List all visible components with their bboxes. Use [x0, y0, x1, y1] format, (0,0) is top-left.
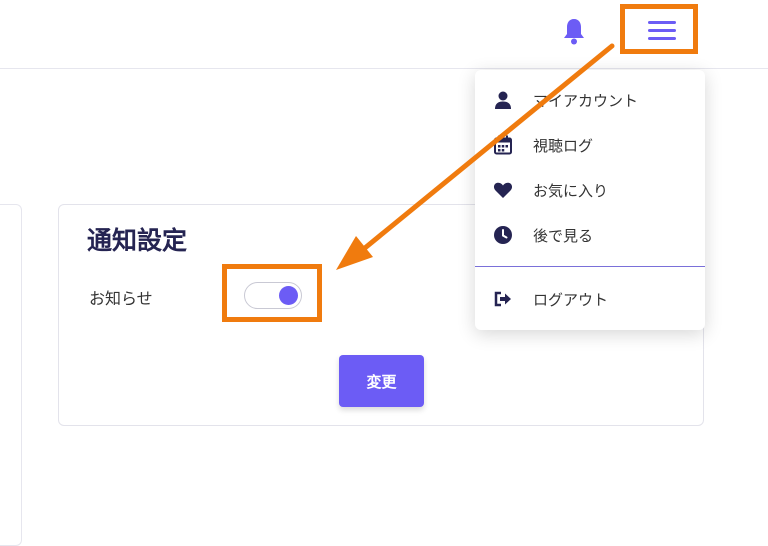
toggle-highlight-box [222, 264, 322, 322]
menu-item-watch-log[interactable]: 視聴ログ [475, 125, 705, 165]
menu-item-label: 後で見る [533, 227, 594, 245]
bell-icon[interactable] [562, 17, 586, 45]
calendar-icon [494, 135, 512, 155]
user-icon [495, 91, 511, 109]
menu-item-label: お気に入り [533, 182, 609, 200]
menu-highlight-box [620, 4, 698, 54]
menu-item-my-account[interactable]: マイアカウント [475, 80, 705, 120]
menu-item-label: 視聴ログ [533, 137, 594, 155]
logout-icon [494, 291, 511, 307]
change-button[interactable]: 変更 [339, 355, 424, 407]
left-panel [0, 204, 22, 546]
menu-item-logout[interactable]: ログアウト [475, 279, 705, 319]
card-title: 通知設定 [87, 226, 188, 255]
clock-icon [494, 226, 512, 244]
menu-item-label: ログアウト [533, 291, 609, 309]
menu-item-watch-later[interactable]: 後で見る [475, 215, 705, 255]
user-dropdown-menu: マイアカウント 視聴ログ お気に入り 後で見る ログアウト [475, 70, 705, 330]
menu-divider [475, 266, 705, 267]
menu-item-label: マイアカウント [533, 92, 639, 110]
notification-label: お知らせ [89, 289, 153, 308]
heart-icon [493, 182, 513, 198]
menu-item-favorites[interactable]: お気に入り [475, 170, 705, 210]
